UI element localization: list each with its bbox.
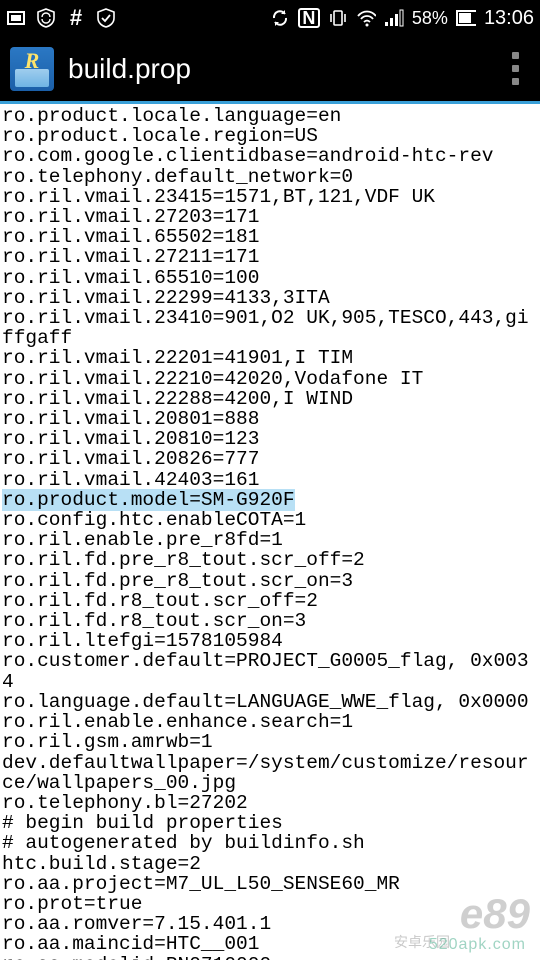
editor-line[interactable]: ro.aa.maincid=HTC__001 [2, 934, 540, 954]
editor-line[interactable]: ro.product.locale.language=en [2, 106, 540, 126]
hash-icon: # [66, 8, 86, 28]
editor-line[interactable]: ro.ril.vmail.65502=181 [2, 227, 540, 247]
editor-line[interactable]: ro.ril.vmail.23415=1571,BT,121,VDF UK [2, 187, 540, 207]
editor-line[interactable]: htc.build.stage=2 [2, 854, 540, 874]
editor-line[interactable]: dev.defaultwallpaper=/system/customize/r… [2, 753, 540, 793]
editor-line[interactable]: ro.telephony.default_network=0 [2, 167, 540, 187]
editor-line[interactable]: # begin build properties [2, 813, 540, 833]
editor-line[interactable]: ro.ril.vmail.22288=4200,I WIND [2, 389, 540, 409]
editor-line[interactable]: ro.aa.project=M7_UL_L50_SENSE60_MR [2, 874, 540, 894]
shield-sync-icon [36, 8, 56, 28]
editor-line[interactable]: ro.product.model=SM-G920F [2, 490, 540, 510]
editor-line[interactable]: ro.aa.modelid=PN0710000 [2, 955, 540, 960]
editor-line[interactable]: ro.product.locale.region=US [2, 126, 540, 146]
editor-line[interactable]: ro.ril.fd.pre_r8_tout.scr_on=3 [2, 571, 540, 591]
editor-line[interactable]: ro.ril.fd.r8_tout.scr_off=2 [2, 591, 540, 611]
editor-line[interactable]: ro.ril.fd.pre_r8_tout.scr_off=2 [2, 550, 540, 570]
file-title: build.prop [68, 53, 500, 85]
editor-line[interactable]: ro.language.default=LANGUAGE_WWE_flag, 0… [2, 692, 540, 712]
vibrate-icon [328, 8, 348, 28]
editor-line[interactable]: ro.ril.enable.pre_r8fd=1 [2, 530, 540, 550]
nfc-icon: N [298, 8, 320, 28]
signal-icon [384, 8, 404, 28]
editor-line[interactable]: ro.customer.default=PROJECT_G0005_flag, … [2, 651, 540, 691]
editor-line[interactable]: ro.aa.romver=7.15.401.1 [2, 914, 540, 934]
editor-line[interactable]: ro.ril.vmail.20810=123 [2, 429, 540, 449]
editor-line[interactable]: ro.ril.vmail.22299=4133,3ITA [2, 288, 540, 308]
editor-line[interactable]: ro.ril.gsm.amrwb=1 [2, 732, 540, 752]
editor-line[interactable]: ro.prot=true [2, 894, 540, 914]
sync-icon [270, 8, 290, 28]
app-icon[interactable]: R [10, 47, 54, 91]
app-bar: R build.prop [0, 36, 540, 104]
editor-line[interactable]: ro.ril.vmail.20826=777 [2, 449, 540, 469]
battery-icon [456, 8, 476, 28]
editor-line[interactable]: ro.ril.vmail.27211=171 [2, 247, 540, 267]
editor-line[interactable]: ro.ril.vmail.42403=161 [2, 470, 540, 490]
shield-check-icon [96, 8, 116, 28]
status-bar: # N 58% 13:06 [0, 0, 540, 36]
clock: 13:06 [484, 7, 534, 30]
highlighted-text[interactable]: ro.product.model=SM-G920F [2, 489, 295, 511]
editor-line[interactable]: ro.ril.enable.enhance.search=1 [2, 712, 540, 732]
editor-line[interactable]: ro.ril.fd.r8_tout.scr_on=3 [2, 611, 540, 631]
editor-line[interactable]: ro.config.htc.enableCOTA=1 [2, 510, 540, 530]
editor-line[interactable]: ro.ril.vmail.20801=888 [2, 409, 540, 429]
editor-line[interactable]: ro.ril.vmail.22210=42020,Vodafone IT [2, 369, 540, 389]
text-editor[interactable]: ro.product.locale.language=enro.product.… [0, 104, 540, 960]
editor-line[interactable]: ro.ril.vmail.23410=901,O2 UK,905,TESCO,4… [2, 308, 540, 348]
battery-percent: 58% [412, 8, 448, 29]
editor-line[interactable]: ro.ril.ltefgi=1578105984 [2, 631, 540, 651]
editor-line[interactable]: ro.ril.vmail.22201=41901,I TIM [2, 348, 540, 368]
editor-line[interactable]: ro.com.google.clientidbase=android-htc-r… [2, 146, 540, 166]
wifi-icon [356, 8, 376, 28]
editor-line[interactable]: ro.ril.vmail.27203=171 [2, 207, 540, 227]
screenshot-icon [6, 8, 26, 28]
editor-line[interactable]: ro.telephony.bl=27202 [2, 793, 540, 813]
editor-line[interactable]: ro.ril.vmail.65510=100 [2, 268, 540, 288]
overflow-menu-icon[interactable] [500, 52, 530, 85]
editor-line[interactable]: # autogenerated by buildinfo.sh [2, 833, 540, 853]
